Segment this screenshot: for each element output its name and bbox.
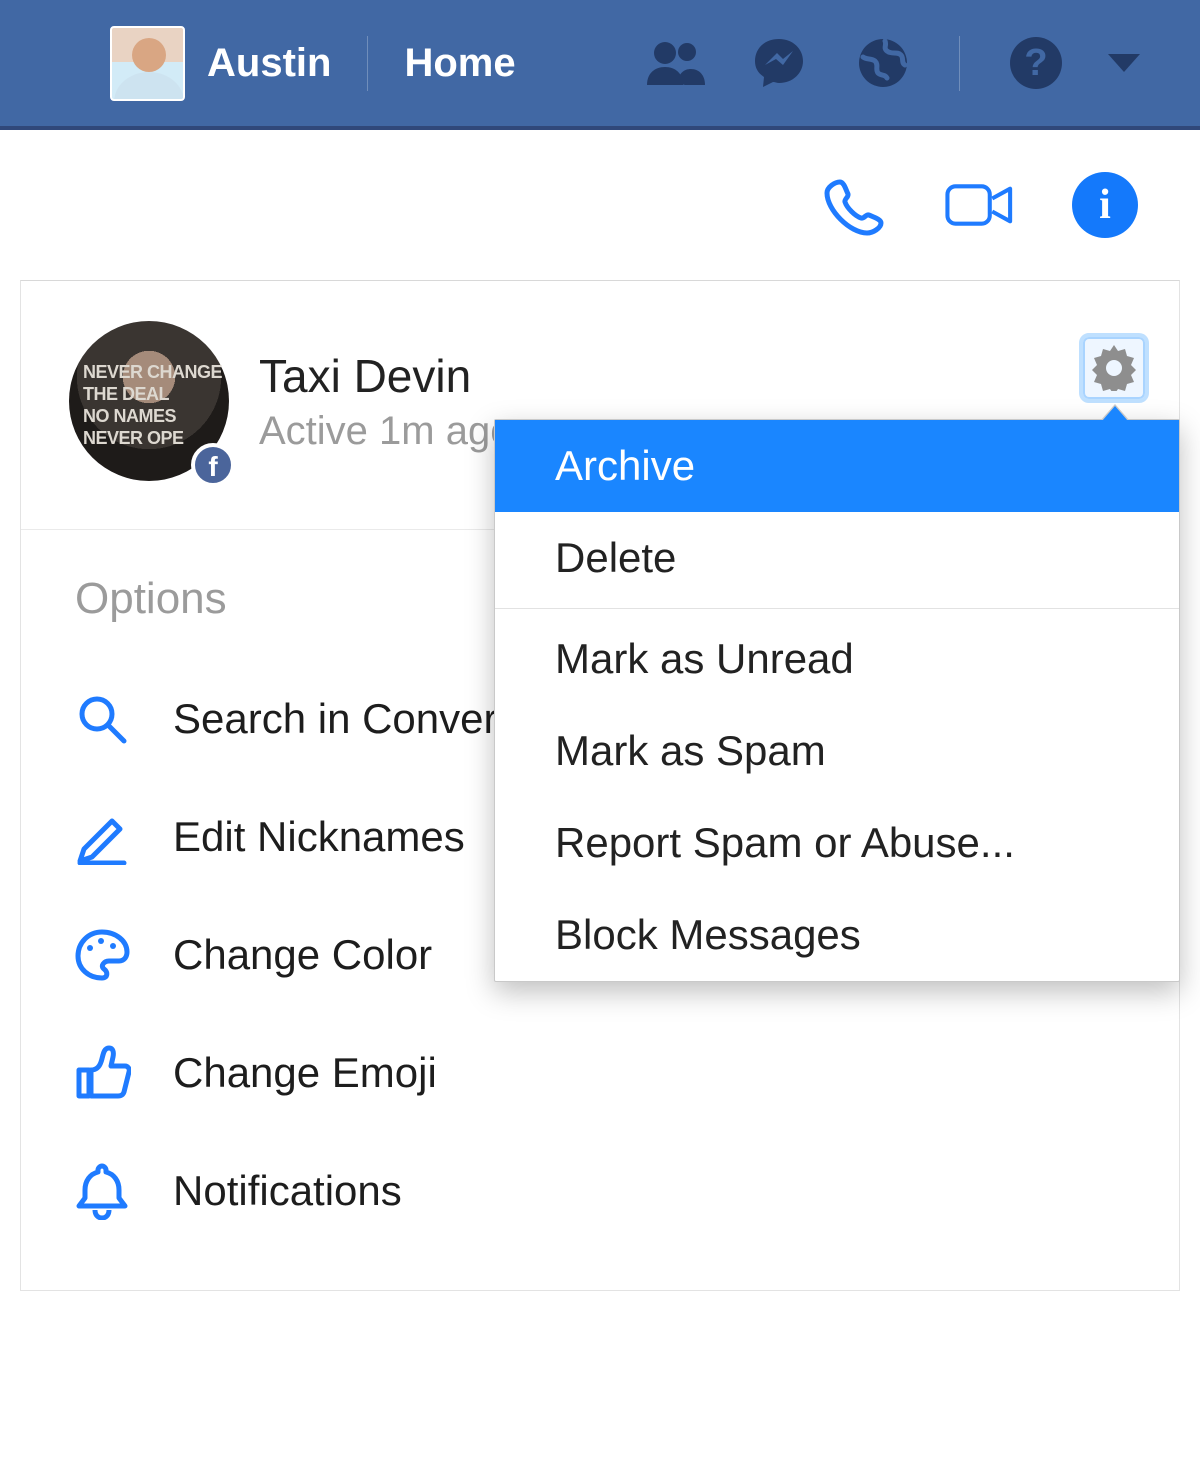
conversation-sidebar-panel: NEVER CHANGE THE DEAL NO NAMES NEVER OPE… <box>20 280 1180 1291</box>
bell-icon <box>71 1160 133 1222</box>
messages-icon[interactable] <box>749 33 809 93</box>
svg-text:?: ? <box>1024 42 1047 84</box>
profile-avatar[interactable] <box>110 26 185 101</box>
friend-requests-icon[interactable] <box>645 33 705 93</box>
contact-status: Active 1m ago <box>259 409 512 454</box>
menu-separator <box>495 608 1179 609</box>
info-icon: i <box>1072 172 1138 238</box>
top-navigation-bar: Austin Home ? <box>0 0 1200 130</box>
option-change-emoji[interactable]: Change Emoji <box>71 1014 1129 1132</box>
account-menu-caret-icon[interactable] <box>1108 54 1140 72</box>
search-icon <box>71 688 133 750</box>
conversation-settings-gear-button[interactable] <box>1079 333 1149 403</box>
menu-item-report[interactable]: Report Spam or Abuse... <box>495 797 1179 889</box>
menu-item-archive[interactable]: Archive <box>495 420 1179 512</box>
pencil-icon <box>71 806 133 868</box>
menu-item-block[interactable]: Block Messages <box>495 889 1179 981</box>
notifications-globe-icon[interactable] <box>853 33 913 93</box>
menu-item-mark-unread[interactable]: Mark as Unread <box>495 613 1179 705</box>
contact-avatar[interactable]: NEVER CHANGE THE DEAL NO NAMES NEVER OPE… <box>69 321 229 481</box>
home-link[interactable]: Home <box>404 41 515 86</box>
option-label: Change Color <box>173 931 432 979</box>
video-call-button[interactable] <box>945 170 1015 240</box>
facebook-badge-icon: f <box>191 443 235 487</box>
gear-icon <box>1091 345 1137 391</box>
thumbs-up-icon <box>71 1042 133 1104</box>
help-icon[interactable]: ? <box>1006 33 1066 93</box>
contact-name[interactable]: Taxi Devin <box>259 349 512 403</box>
menu-item-delete[interactable]: Delete <box>495 512 1179 604</box>
voice-call-button[interactable] <box>820 170 890 240</box>
option-label: Notifications <box>173 1167 402 1215</box>
profile-name-link[interactable]: Austin <box>207 41 331 86</box>
palette-icon <box>71 924 133 986</box>
conversation-action-bar: i <box>0 130 1200 280</box>
nav-divider <box>367 36 368 91</box>
menu-item-mark-spam[interactable]: Mark as Spam <box>495 705 1179 797</box>
conversation-settings-menu: Archive Delete Mark as Unread Mark as Sp… <box>494 419 1180 982</box>
nav-divider <box>959 36 960 91</box>
conversation-info-button[interactable]: i <box>1070 170 1140 240</box>
option-notifications[interactable]: Notifications <box>71 1132 1129 1250</box>
option-label: Change Emoji <box>173 1049 437 1097</box>
option-label: Edit Nicknames <box>173 813 465 861</box>
